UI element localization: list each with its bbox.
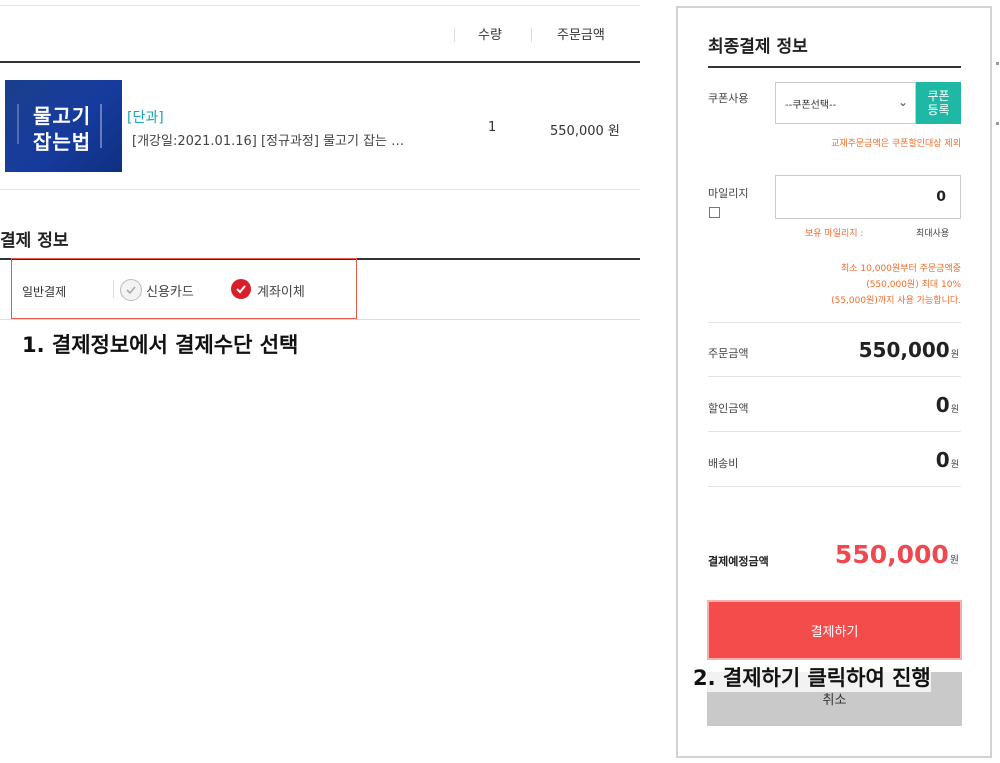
coupon-register-label: 쿠폰 등록 xyxy=(927,89,950,117)
item-quantity: 1 xyxy=(488,120,497,135)
shipping-number: 0 xyxy=(935,448,950,472)
summary-divider xyxy=(708,322,961,323)
coupon-register-button[interactable]: 쿠폰 등록 xyxy=(916,82,961,124)
summary-divider xyxy=(708,486,961,487)
shipping-value: 0원 xyxy=(936,448,959,472)
shipping-label: 배송비 xyxy=(708,457,739,470)
pay-button[interactable]: 결제하기 xyxy=(707,600,962,660)
instruction-caption-step2: 2. 결제하기 클릭하여 진행 xyxy=(693,662,931,692)
edge-mark xyxy=(996,62,999,65)
coupon-label: 쿠폰사용 xyxy=(708,92,749,105)
final-amount-value: 550,000원 xyxy=(835,540,959,569)
table-top-border xyxy=(0,5,640,6)
thumbnail-title-line1: 물고기 xyxy=(33,104,92,128)
currency-unit: 원 xyxy=(950,405,959,415)
summary-divider xyxy=(708,431,961,432)
discount-label: 할인금액 xyxy=(708,402,749,415)
coupon-note: 교재주문금액은 쿠폰할인대상 제외 xyxy=(831,139,961,149)
final-amount-label: 결제예정금액 xyxy=(708,555,769,568)
final-payment-title: 최종결제 정보 xyxy=(708,37,808,57)
course-thumbnail[interactable]: 물고기 잡는법 xyxy=(5,80,122,172)
mileage-note-line: (55,000원)까지 사용 가능합니다. xyxy=(831,296,961,306)
final-amount-number: 550,000 xyxy=(834,540,949,569)
item-price: 550,000 원 xyxy=(550,124,620,139)
payment-method-highlight-box xyxy=(11,258,357,319)
order-amount-label: 주문금액 xyxy=(708,347,749,360)
column-divider xyxy=(454,28,455,42)
currency-unit: 원 xyxy=(949,555,959,566)
mileage-note-line: 최소 10,000원부터 주문금액중 xyxy=(840,264,961,274)
thumbnail-title-line2: 잡는법 xyxy=(33,130,92,154)
order-amount-value: 550,000원 xyxy=(859,338,959,362)
coupon-select[interactable]: --쿠폰선택-- ⌄ xyxy=(775,82,916,124)
column-divider xyxy=(531,28,532,42)
quantity-header: 수량 xyxy=(478,28,502,43)
payment-info-bottom-border xyxy=(0,319,640,320)
mileage-checkbox[interactable] xyxy=(709,207,720,218)
discount-number: 0 xyxy=(935,393,950,417)
mileage-label: 마일리지 xyxy=(708,187,749,200)
mileage-max-use-button[interactable]: 최대사용 xyxy=(916,226,949,239)
product-name-link[interactable]: [개강일:2021.01.16] [정규과정] 물고기 잡는 … xyxy=(132,130,404,149)
category-tag: [단과] xyxy=(127,110,164,126)
edge-mark xyxy=(996,122,999,125)
currency-unit: 원 xyxy=(950,350,959,360)
final-payment-rule xyxy=(708,66,961,68)
mileage-input[interactable]: 0 xyxy=(775,175,961,219)
payment-info-title: 결제 정보 xyxy=(0,231,69,251)
table-header-rule xyxy=(0,61,640,63)
mileage-note: 최소 10,000원부터 주문금액중 (550,000원) 최대 10% (55… xyxy=(762,261,961,309)
mileage-note-line: (550,000원) 최대 10% xyxy=(866,280,961,290)
discount-value: 0원 xyxy=(936,393,959,417)
chevron-down-icon: ⌄ xyxy=(897,95,908,109)
order-amount-header: 주문금액 xyxy=(557,28,605,43)
instruction-caption-step1: 1. 결제정보에서 결제수단 선택 xyxy=(22,333,299,357)
table-row-border xyxy=(0,189,640,190)
order-amount-number: 550,000 xyxy=(858,338,950,362)
currency-unit: 원 xyxy=(950,460,959,470)
mileage-holding-label: 보유 마일리지 : xyxy=(805,229,864,239)
summary-divider xyxy=(708,376,961,377)
coupon-select-value: --쿠폰선택-- xyxy=(785,99,837,111)
